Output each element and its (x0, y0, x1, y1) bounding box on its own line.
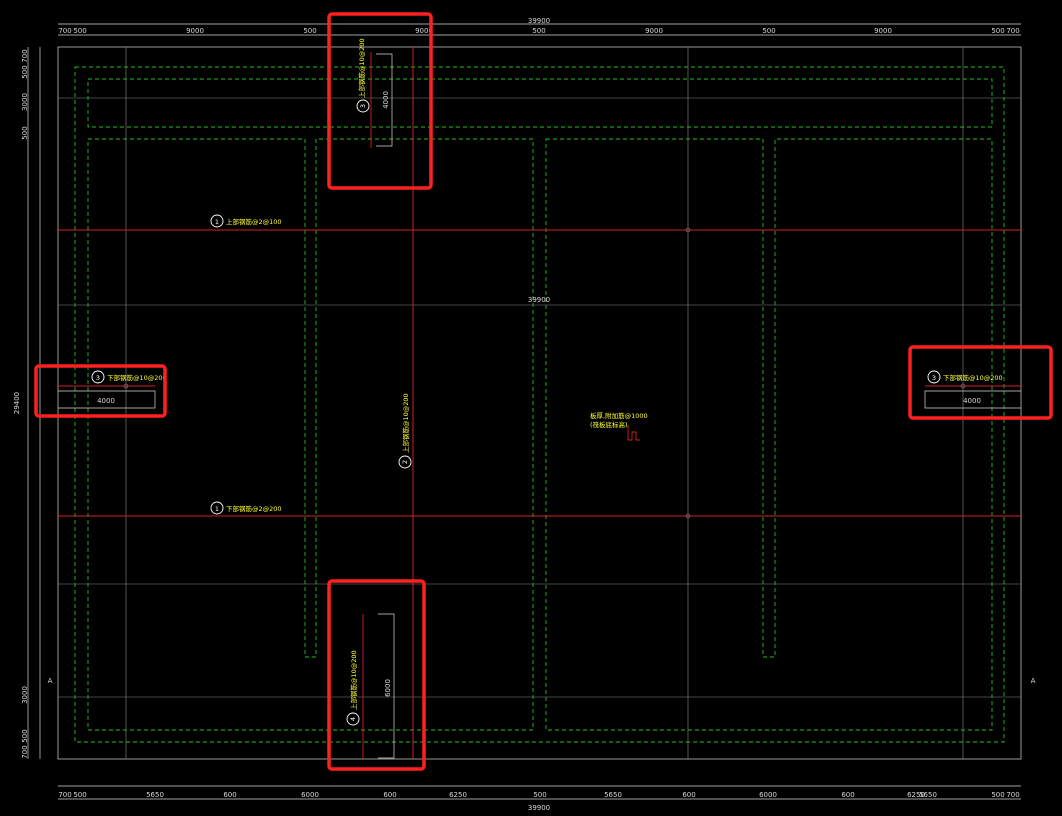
top-dim-9: 500 (991, 27, 1004, 35)
section-mark-right: A (1031, 677, 1036, 685)
grid-lines (58, 47, 1021, 759)
center-note-line2: (筏板底标高) (590, 420, 628, 429)
left-rebar-label: 下部钢筋@10@200 (107, 373, 167, 382)
top-vertical-label: 上部钢筋@10@200 (357, 38, 366, 98)
center-vertical-num: 2 (401, 460, 409, 464)
bottom-dim-13: 5650 (919, 791, 937, 799)
right-ref-block-label: 4000 (963, 397, 981, 405)
bottom-dim-8: 5650 (604, 791, 622, 799)
highlight-top-box (327, 12, 433, 190)
bottom-dim-6: 6250 (449, 791, 467, 799)
top-vertical-dim: 4000 (382, 91, 390, 109)
rebar-lines (58, 47, 1021, 759)
left-rebar-num: 3 (96, 374, 100, 382)
bottom-dim-9: 600 (682, 791, 695, 799)
top-dim-1: 500 (73, 27, 86, 35)
top-dim-8: 9000 (874, 27, 892, 35)
bottom-strip-label: 下部钢筋@2@200 (226, 504, 282, 513)
middle-total-dimension: 39900 (528, 296, 550, 304)
top-strip-num: 1 (215, 218, 219, 226)
bottom-vertical-dim: 6000 (384, 679, 392, 697)
top-dim-10: 700 (1006, 27, 1019, 35)
top-dim-5: 500 (532, 27, 545, 35)
bottom-dim-7: 500 (533, 791, 546, 799)
top-total-dimension: 39900 (528, 17, 550, 25)
left-dim-4: 3000 (21, 686, 29, 704)
bottom-dim-1: 500 (73, 791, 86, 799)
top-dim-2: 9000 (186, 27, 204, 35)
bottom-dim-5: 600 (383, 791, 396, 799)
highlight-bottom-box (327, 579, 426, 771)
reference-blocks (58, 53, 1021, 759)
green-dashed-outlines (74, 66, 1005, 743)
right-rebar-num: 3 (932, 374, 936, 382)
left-dim-2: 3000 (21, 93, 29, 111)
bottom-vertical-label: 上部钢筋@10@200 (349, 650, 358, 710)
center-note-line1: 板厚,附加筋@1000 (590, 411, 648, 420)
top-dim-7: 500 (762, 27, 775, 35)
bottom-total-dimension: 39900 (528, 804, 550, 812)
top-vertical-num: 3 (359, 104, 367, 108)
bottom-dim-15: 700 (1006, 791, 1019, 799)
bottom-dim-10: 6000 (759, 791, 777, 799)
right-rebar-label: 下部钢筋@10@200 (943, 373, 1003, 382)
top-dim-6: 9000 (645, 27, 663, 35)
top-dim-0: 700 (58, 27, 71, 35)
left-ref-block-label: 4000 (97, 397, 115, 405)
section-mark-left: A (48, 677, 53, 685)
left-dim-5: 500 (21, 729, 29, 742)
top-dimension-lines (27, 23, 1021, 800)
cad-drawing-canvas: 39900 39900 39900 700 500 9000 500 9000 … (13, 12, 1053, 812)
slab-outline (57, 46, 1022, 760)
bottom-vertical-num: 4 (349, 717, 357, 721)
top-strip-label: 上部钢筋@2@100 (226, 217, 282, 226)
top-dim-3: 500 (303, 27, 316, 35)
bottom-dim-14: 500 (991, 791, 1004, 799)
bottom-dim-11: 600 (841, 791, 854, 799)
bottom-dim-3: 600 (223, 791, 236, 799)
left-dim-3: 500 (21, 126, 29, 139)
left-dim-0: 700 (21, 49, 29, 62)
bottom-dim-2: 5650 (146, 791, 164, 799)
bottom-strip-num: 1 (215, 505, 219, 513)
rebar-labels: 1 上部钢筋@2@100 1 下部钢筋@2@200 3 下部钢筋@10@200 … (91, 38, 1003, 726)
left-dim-1: 500 (21, 65, 29, 78)
bottom-dim-4: 6000 (301, 791, 319, 799)
left-dim-6: 700 (21, 745, 29, 758)
bottom-dim-0: 700 (58, 791, 71, 799)
center-vertical-label: 上部钢筋@10@200 (401, 393, 410, 453)
left-total-dimension: 29400 (13, 392, 21, 414)
